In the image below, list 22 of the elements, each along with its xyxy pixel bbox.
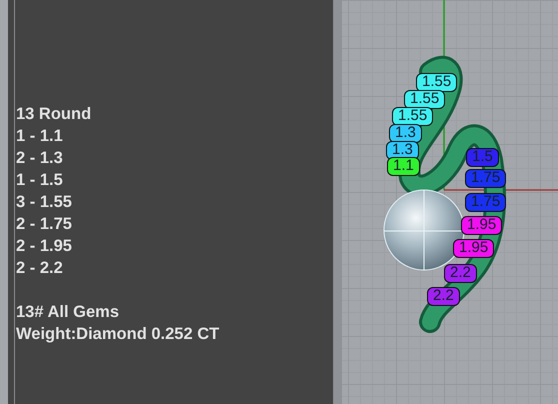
stone-count-line: 3 - 1.55: [16, 192, 73, 213]
stone-size-label: 1.1: [387, 157, 420, 176]
stone-size-label: 1.55: [392, 107, 434, 126]
stone-size-label: 1.55: [404, 90, 446, 109]
stone-count-line: 2 - 1.95: [16, 236, 73, 257]
stone-size-label: 1.95: [453, 239, 494, 258]
stone-count-line: 2 - 2.2: [16, 258, 64, 279]
stone-title: 13 Round: [16, 104, 92, 125]
total-line: Weight:Diamond 0.252 CT: [16, 324, 220, 345]
stone-size-label: 1.55: [416, 73, 458, 92]
stone-count-line: 2 - 1.75: [16, 214, 73, 235]
stone-size-label: 2.2: [427, 287, 460, 306]
stone-size-label: 1.5: [466, 148, 499, 167]
stone-count-line: 1 - 1.5: [16, 170, 64, 191]
stone-size-label: 1.95: [461, 216, 502, 235]
stone-size-label: 1.75: [465, 193, 506, 212]
stone-size-label: 1.3: [389, 124, 422, 143]
stone-count-line: 1 - 1.1: [16, 126, 64, 147]
stone-size-label: 2.2: [444, 264, 477, 283]
stone-count-line: 2 - 1.3: [16, 148, 64, 169]
total-line: 13# All Gems: [16, 302, 120, 323]
stone-size-label: 1.75: [465, 169, 506, 188]
